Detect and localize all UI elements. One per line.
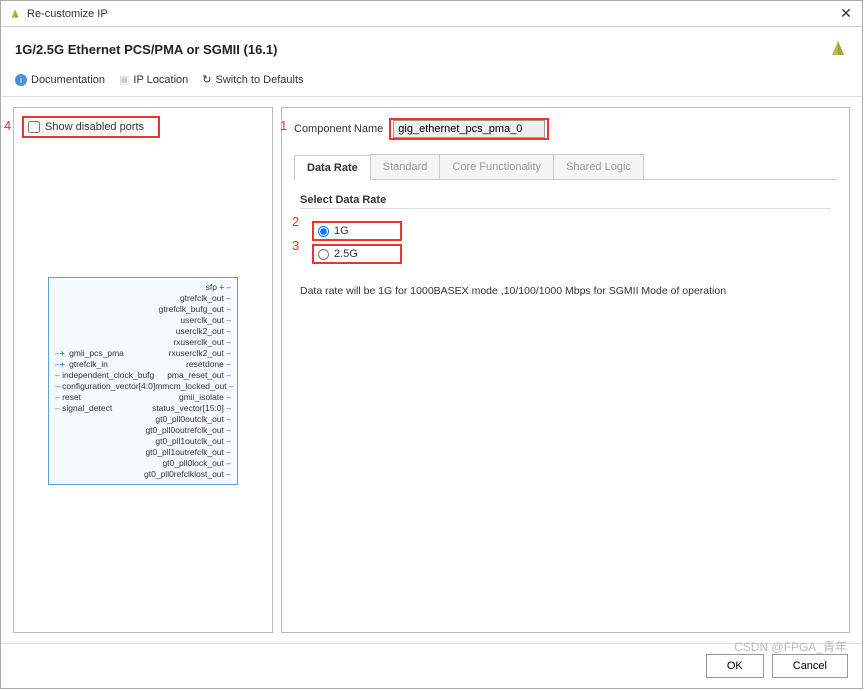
component-name-input[interactable] — [393, 120, 545, 138]
cancel-button[interactable]: Cancel — [772, 654, 848, 678]
annotation-2: 2 — [292, 214, 299, 229]
refresh-icon: ↻ — [202, 73, 211, 86]
data-rate-2-5g-radio[interactable]: 2.5G — [312, 244, 402, 264]
tab-data-rate[interactable]: Data Rate — [294, 155, 371, 180]
toolbar: iDocumentation ▣IP Location ↻Switch to D… — [1, 69, 862, 97]
tab-core-functionality[interactable]: Core Functionality — [439, 154, 554, 179]
ip-block-symbol: sfp +– gtrefclk_out – gtrefclk_bufg_out … — [48, 277, 238, 485]
ip-location-button[interactable]: ▣IP Location — [119, 73, 188, 86]
radio-2-5g-label: 2.5G — [334, 248, 358, 260]
documentation-button[interactable]: iDocumentation — [15, 74, 105, 86]
switch-defaults-button[interactable]: ↻Switch to Defaults — [202, 73, 303, 86]
annotation-4: 4 — [4, 118, 11, 133]
tab-standard[interactable]: Standard — [370, 154, 441, 179]
vendor-logo — [828, 39, 848, 59]
tab-shared-logic[interactable]: Shared Logic — [553, 154, 644, 179]
annotation-3: 3 — [292, 238, 299, 253]
section-title: Select Data Rate — [300, 194, 831, 209]
data-rate-1g-radio[interactable]: 1G — [312, 221, 402, 241]
ok-button[interactable]: OK — [706, 654, 764, 678]
window-title: Re-customize IP — [27, 8, 838, 20]
data-rate-description: Data rate will be 1G for 1000BASEX mode … — [300, 285, 831, 297]
close-icon[interactable]: ✕ — [838, 5, 854, 22]
tabs: Data Rate Standard Core Functionality Sh… — [294, 154, 837, 180]
symbol-panel: Show disabled ports sfp +– gtrefclk_out … — [13, 107, 273, 633]
app-icon — [9, 8, 21, 20]
folder-icon: ▣ — [119, 73, 129, 86]
titlebar: Re-customize IP ✕ — [1, 1, 862, 27]
component-name-label: Component Name — [294, 123, 383, 135]
annotation-1: 1 — [280, 118, 287, 133]
config-panel: Component Name Data Rate Standard Core F… — [281, 107, 850, 633]
page-title: 1G/2.5G Ethernet PCS/PMA or SGMII (16.1) — [15, 42, 828, 57]
show-disabled-ports-checkbox[interactable]: Show disabled ports — [22, 116, 160, 138]
show-disabled-ports-label: Show disabled ports — [45, 121, 144, 133]
radio-1g-label: 1G — [334, 225, 349, 237]
